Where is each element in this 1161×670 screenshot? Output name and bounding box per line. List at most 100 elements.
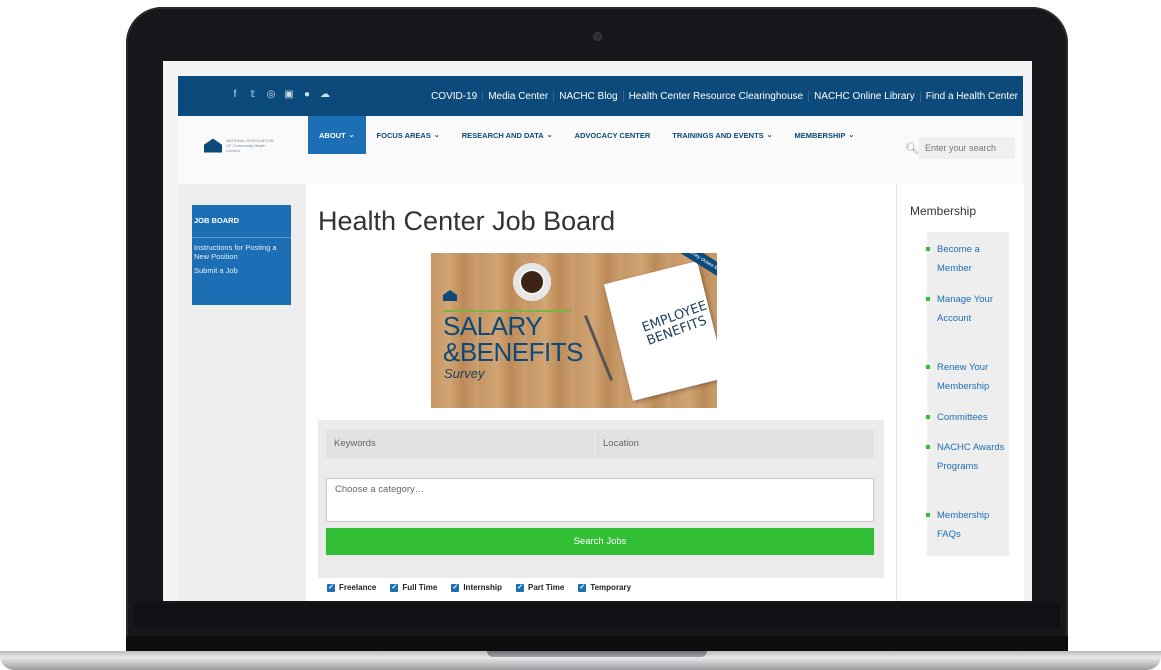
search-jobs-button[interactable]: Search Jobs — [326, 528, 874, 555]
twitter-icon[interactable]: 𝕥 — [248, 90, 258, 100]
chevron-down-icon: ⌄ — [546, 132, 553, 139]
banner-line-survey: Survey — [444, 366, 485, 381]
chevron-down-icon: ⌄ — [848, 132, 855, 139]
checkbox-checked-icon[interactable]: ✓ — [578, 583, 587, 592]
chevron-down-icon: ⌄ — [348, 132, 355, 139]
camera-icon — [594, 33, 601, 40]
link-label: Manage Your Account — [937, 294, 993, 324]
bullet-icon — [926, 513, 930, 517]
job-board-heading[interactable]: JOB BOARD — [192, 205, 291, 238]
bullet-icon — [926, 247, 930, 251]
job-type-label: Full Time — [402, 583, 438, 592]
link-renew-membership[interactable]: Renew Your Membership — [926, 358, 1007, 396]
nav-label: MEMBERSHIP — [794, 130, 846, 140]
sidebar-link-instructions[interactable]: Instructions for Posting a New Position — [192, 238, 291, 261]
page-content: JOB BOARD Instructions for Posting a New… — [178, 184, 1024, 601]
job-search-form: Keywords Location Choose a category… Sea… — [318, 420, 884, 578]
laptop-opening-notch — [487, 651, 707, 657]
top-utility-bar: f 𝕥 ◎ ▣ ● ☁ COVID-19 Media Center NACHC … — [178, 76, 1023, 116]
job-type-part-time[interactable]: ✓ Part Time — [516, 583, 564, 592]
nav-item-membership[interactable]: MEMBERSHIP ⌄ — [784, 116, 866, 154]
top-link-media-center[interactable]: Media Center — [482, 90, 553, 102]
logo-house-icon — [204, 138, 222, 153]
browser-screen: f 𝕥 ◎ ▣ ● ☁ COVID-19 Media Center NACHC … — [163, 61, 1032, 601]
link-awards-programs[interactable]: NACHC Awards Programs — [926, 438, 1007, 476]
nav-label: ABOUT — [319, 130, 346, 140]
link-manage-account[interactable]: Manage Your Account — [926, 290, 1007, 328]
link-label: Renew Your Membership — [937, 362, 990, 392]
sidebar-link-submit-job[interactable]: Submit a Job — [192, 261, 291, 275]
location-input[interactable]: Location — [595, 430, 874, 458]
nav-item-research-data[interactable]: RESEARCH AND DATA ⌄ — [451, 116, 564, 154]
soundcloud-icon[interactable]: ☁ — [320, 90, 330, 100]
job-type-label: Freelance — [339, 583, 377, 592]
job-type-temporary[interactable]: ✓ Temporary — [578, 583, 631, 592]
flickr-icon[interactable]: ● — [302, 90, 312, 100]
job-type-internship[interactable]: ✓ Internship — [451, 583, 502, 592]
main-column: Health Center Job Board SALARY &BENEFITS… — [306, 184, 896, 601]
top-link-blog[interactable]: NACHC Blog — [553, 90, 622, 102]
search-icon[interactable]: 🔍︎ — [905, 142, 919, 155]
top-links: COVID-19 Media Center NACHC Blog Health … — [426, 76, 1023, 116]
logo-text: NATIONAL ASSOCIATION OF Community Health… — [226, 138, 274, 153]
job-type-full-time[interactable]: ✓ Full Time — [390, 583, 437, 592]
coffee-icon — [521, 271, 543, 293]
job-board-menu: JOB BOARD Instructions for Posting a New… — [192, 205, 291, 305]
top-link-resource-clearinghouse[interactable]: Health Center Resource Clearinghouse — [622, 90, 809, 102]
nav-item-about[interactable]: ABOUT ⌄ — [308, 116, 366, 154]
chevron-down-icon: ⌄ — [766, 132, 773, 139]
nav-menu: ABOUT ⌄ FOCUS AREAS ⌄ RESEARCH AND DATA ⌄ A… — [308, 116, 865, 154]
category-select[interactable]: Choose a category… — [326, 478, 874, 522]
top-link-covid[interactable]: COVID-19 — [426, 91, 482, 102]
right-sidebar: Membership Become a Member Manage Your A… — [896, 184, 1024, 601]
job-type-label: Part Time — [528, 583, 565, 592]
facebook-icon[interactable]: f — [230, 90, 240, 100]
nav-item-trainings-events[interactable]: TRAININGS AND EVENTS ⌄ — [661, 116, 783, 154]
nav-item-focus-areas[interactable]: FOCUS AREAS ⌄ — [366, 116, 451, 154]
laptop-mockup: f 𝕥 ◎ ▣ ● ☁ COVID-19 Media Center NACHC … — [0, 0, 1161, 670]
instagram-icon[interactable]: ◎ — [266, 90, 276, 100]
main-navigation: NATIONAL ASSOCIATION OF Community Health… — [178, 116, 1023, 185]
job-type-label: Temporary — [590, 583, 632, 592]
job-type-freelance[interactable]: ✓ Freelance — [327, 583, 376, 592]
job-type-label: Internship — [463, 583, 502, 592]
laptop-bezel-bottom — [134, 603, 1060, 627]
checkbox-checked-icon[interactable]: ✓ — [327, 583, 335, 592]
nav-label: TRAININGS AND EVENTS — [672, 130, 764, 140]
left-sidebar: JOB BOARD Instructions for Posting a New… — [178, 184, 306, 601]
site-logo[interactable]: NATIONAL ASSOCIATION OF Community Health… — [204, 138, 278, 153]
bullet-icon — [926, 365, 930, 369]
checkbox-checked-icon[interactable]: ✓ — [516, 583, 524, 592]
search-input[interactable] — [919, 137, 1015, 159]
site-search: 🔍︎ — [905, 137, 1015, 159]
salary-benefits-survey-banner[interactable]: SALARY &BENEFITS Survey EMPLOYEE BENEFIT… — [431, 253, 717, 408]
bullet-icon — [926, 297, 930, 301]
top-link-online-library[interactable]: NACHC Online Library — [808, 90, 920, 102]
banner-line-salary: SALARY — [443, 311, 543, 341]
link-become-member[interactable]: Become a Member — [926, 240, 1007, 278]
nav-label: RESEARCH AND DATA — [461, 130, 544, 140]
social-links: f 𝕥 ◎ ▣ ● ☁ — [230, 90, 330, 100]
link-membership-faqs[interactable]: Membership FAQs — [926, 506, 1007, 544]
link-committees[interactable]: Committees — [926, 408, 1007, 427]
banner-line-benefits: &BENEFITS — [443, 337, 583, 367]
checkbox-checked-icon[interactable]: ✓ — [451, 583, 460, 592]
laptop-hinge — [126, 636, 1068, 651]
youtube-icon[interactable]: ▣ — [284, 90, 294, 100]
membership-heading: Membership — [910, 204, 977, 218]
nav-label: FOCUS AREAS — [376, 130, 431, 140]
bullet-icon — [926, 415, 930, 419]
keywords-input[interactable]: Keywords — [326, 430, 594, 458]
nav-label: ADVOCACY CENTER — [574, 130, 651, 140]
chevron-down-icon: ⌄ — [433, 132, 440, 139]
link-label: Committees — [937, 412, 988, 423]
link-label: NACHC Awards Programs — [937, 442, 1005, 472]
link-label: Become a Member — [937, 244, 980, 274]
nav-item-advocacy-center[interactable]: ADVOCACY CENTER — [564, 116, 662, 154]
membership-links: Become a Member Manage Your Account Rene… — [926, 232, 1009, 556]
page-title: Health Center Job Board — [318, 206, 616, 236]
top-link-find-health-center[interactable]: Find a Health Center — [919, 90, 1023, 102]
link-label: Membership FAQs — [937, 510, 990, 540]
job-type-filters: ✓ Freelance ✓ Full Time ✓ Internship ✓ Part … — [327, 583, 631, 592]
checkbox-checked-icon[interactable]: ✓ — [390, 583, 399, 592]
